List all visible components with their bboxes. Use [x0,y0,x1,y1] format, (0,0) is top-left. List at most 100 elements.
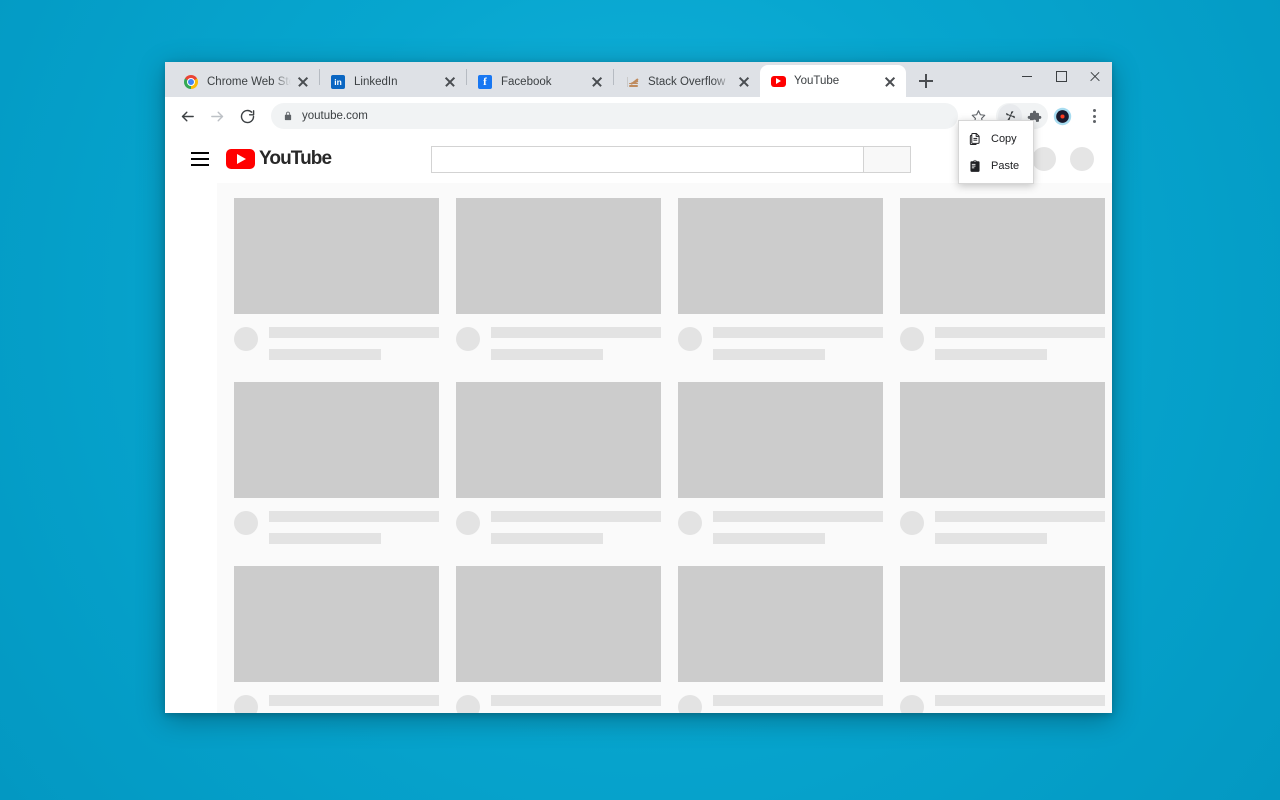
copy-icon [967,131,983,147]
browser-tab-stack-overflow[interactable]: Stack Overflow [614,66,760,97]
facebook-icon: f [477,74,493,90]
skeleton-avatar [678,327,702,351]
tab-title: LinkedIn [354,75,398,88]
skeleton-card [234,198,439,360]
skeleton-card [234,382,439,544]
skeleton-line [269,533,382,544]
tab-close-icon[interactable] [442,74,458,90]
address-bar[interactable]: youtube.com [271,103,958,129]
new-tab-button[interactable] [912,67,940,95]
browser-tab-linkedin[interactable]: in LinkedIn [320,66,466,97]
extension-context-menu: Copy Paste [958,120,1034,184]
skeleton-thumbnail [678,382,883,498]
youtube-logo-text: YouTube [259,148,332,169]
maximize-button[interactable] [1044,62,1078,91]
skeleton-card [900,198,1105,360]
skeleton-avatar [900,695,924,713]
skeleton-thumbnail [234,566,439,682]
skeleton-row [234,382,1105,544]
tab-close-icon[interactable] [882,73,898,89]
skeleton-thumbnail [234,198,439,314]
tab-close-icon[interactable] [295,74,311,90]
search-button[interactable] [863,145,912,173]
youtube-body [165,183,1112,713]
skeleton-avatar [900,327,924,351]
youtube-header-actions [1032,147,1098,171]
lock-icon [283,110,293,122]
skeleton-thumbnail [456,382,661,498]
skeleton-avatar [678,695,702,713]
linkedin-icon: in [330,74,346,90]
youtube-search [431,145,912,173]
skeleton-line [935,327,1105,338]
stackoverflow-icon [624,74,640,90]
hamburger-menu-icon[interactable] [188,147,212,171]
skeleton-line [713,511,883,522]
skeleton-thumbnail [456,566,661,682]
tab-close-icon[interactable] [589,74,605,90]
window-controls [1010,62,1112,97]
skeleton-line [935,695,1105,706]
tab-title: Chrome Web Store - Extens [207,75,291,88]
skeleton-avatar [456,327,480,351]
browser-tab-facebook[interactable]: f Facebook [467,66,613,97]
tab-title: Facebook [501,75,552,88]
skeleton-line [713,695,883,706]
tab-title: YouTube [794,75,840,87]
skeleton-card [678,382,883,544]
youtube-logo[interactable]: YouTube [226,148,332,170]
skeleton-card [456,198,661,360]
profile-avatar[interactable] [1048,102,1076,130]
context-menu-item-paste[interactable]: Paste [959,152,1033,179]
skeleton-card [456,566,661,713]
skeleton-avatar [456,695,480,713]
skeleton-line [269,511,439,522]
tab-close-icon[interactable] [736,74,752,90]
skeleton-avatar [900,511,924,535]
placeholder-circle-icon[interactable] [1070,147,1094,171]
skeleton-avatar [678,511,702,535]
close-window-button[interactable] [1078,62,1112,91]
skeleton-thumbnail [678,566,883,682]
skeleton-line [935,533,1048,544]
skeleton-thumbnail [900,566,1105,682]
browser-tab-chrome-web-store[interactable]: Chrome Web Store - Extens [173,66,319,97]
chrome-icon [183,74,199,90]
chrome-menu-icon[interactable] [1082,103,1106,129]
skeleton-card [900,566,1105,713]
minimize-button[interactable] [1010,62,1044,91]
placeholder-circle-icon[interactable] [1032,147,1056,171]
browser-window: Chrome Web Store - Extens in LinkedIn f … [165,62,1112,713]
skeleton-thumbnail [456,198,661,314]
address-bar-url: youtube.com [302,110,368,122]
skeleton-line [713,349,826,360]
skeleton-line [935,511,1105,522]
skeleton-card [234,566,439,713]
context-menu-label: Paste [991,159,1020,172]
skeleton-avatar [234,327,258,351]
browser-tab-youtube[interactable]: YouTube [760,65,906,97]
skeleton-line [935,349,1048,360]
context-menu-label: Copy [991,132,1017,145]
reload-button[interactable] [233,102,261,130]
skeleton-line [269,349,382,360]
skeleton-thumbnail [234,382,439,498]
skeleton-line [269,695,439,706]
skeleton-line [491,327,661,338]
video-grid-skeleton [217,183,1112,713]
skeleton-line [491,349,604,360]
youtube-play-icon [226,149,255,169]
back-button[interactable] [173,102,201,130]
search-input[interactable] [431,145,864,173]
skeleton-card [900,382,1105,544]
skeleton-thumbnail [900,382,1105,498]
skeleton-thumbnail [678,198,883,314]
forward-button[interactable] [203,102,231,130]
skeleton-card [456,382,661,544]
youtube-mini-sidebar [165,183,217,713]
skeleton-line [269,327,439,338]
page-viewport: YouTube [165,135,1112,713]
skeleton-thumbnail [900,198,1105,314]
context-menu-item-copy[interactable]: Copy [959,125,1033,152]
skeleton-card [678,566,883,713]
